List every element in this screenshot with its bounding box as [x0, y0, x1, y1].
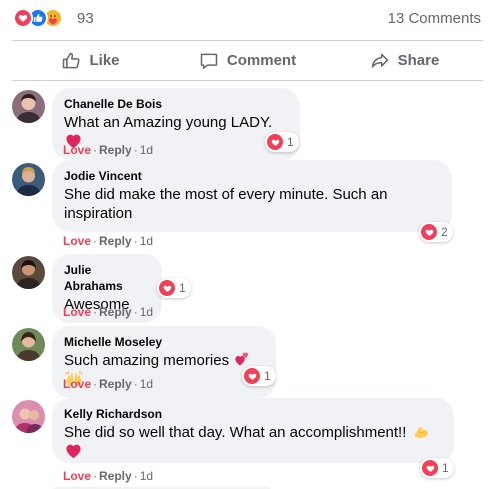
comment-item: Michelle Moseley Such amazing memories 1… [0, 326, 495, 398]
reaction-number: 1 [264, 369, 271, 383]
reply-link[interactable]: Reply [99, 469, 132, 483]
reaction-number: 1 [179, 281, 186, 295]
separator: · [133, 469, 138, 483]
comment-timestamp[interactable]: 1d [140, 469, 153, 483]
comment-actions: Love · Reply · 1d [63, 143, 153, 157]
reply-link[interactable]: Reply [99, 234, 132, 248]
comment-timestamp[interactable]: 1d [140, 234, 153, 248]
separator: · [93, 469, 98, 483]
comment-author[interactable]: Michelle Moseley [64, 334, 264, 350]
comment-bubble: Jodie Vincent She did make the most of e… [52, 160, 452, 232]
share-label: Share [397, 52, 440, 69]
love-reaction-icon [13, 8, 33, 28]
comment-reaction-count[interactable]: 1 [157, 278, 191, 298]
share-button[interactable]: Share [326, 41, 483, 80]
reaction-number: 2 [441, 225, 448, 239]
divider [12, 80, 483, 81]
love-link[interactable]: Love [63, 377, 91, 391]
share-icon [371, 53, 388, 68]
avatar[interactable] [12, 90, 45, 123]
avatar[interactable] [12, 256, 45, 289]
love-reaction-icon [421, 224, 437, 240]
love-reaction-icon [159, 280, 175, 296]
comment-item: Jodie Vincent She did make the most of e… [0, 160, 495, 252]
reply-link[interactable]: Reply [99, 305, 132, 319]
reply-link[interactable]: Reply [99, 143, 132, 157]
comment-reaction-count[interactable]: 1 [265, 132, 299, 152]
love-reaction-icon [267, 134, 283, 150]
comment-reaction-count[interactable]: 1 [242, 366, 276, 386]
like-label: Like [89, 52, 120, 69]
reply-link[interactable]: Reply [99, 377, 132, 391]
love-link[interactable]: Love [63, 143, 91, 157]
reaction-number: 1 [442, 461, 449, 475]
avatar[interactable] [12, 163, 45, 196]
separator: · [93, 234, 98, 248]
comment-author[interactable]: Kelly Richardson [64, 406, 442, 422]
separator: · [93, 305, 98, 319]
comment-timestamp[interactable]: 1d [140, 143, 153, 157]
avatar[interactable] [12, 328, 45, 361]
like-button[interactable]: Like [12, 41, 169, 80]
comment-reaction-count[interactable]: 1 [420, 458, 454, 478]
love-link[interactable]: Love [63, 469, 91, 483]
love-reaction-icon [422, 460, 438, 476]
comment-author[interactable]: Chanelle De Bois [64, 96, 288, 112]
comment-button[interactable]: Comment [169, 41, 326, 80]
comment-timestamp[interactable]: 1d [140, 377, 153, 391]
reaction-number: 1 [287, 135, 294, 149]
separator: · [133, 305, 138, 319]
separator: · [93, 143, 98, 157]
comment-actions: Love · Reply · 1d [63, 469, 153, 483]
love-link[interactable]: Love [63, 234, 91, 248]
comment-actions: Love · Reply · 1d [63, 234, 153, 248]
separator: · [133, 143, 138, 157]
love-reaction-icon [244, 368, 260, 384]
comment-author[interactable]: Julie Abrahams [64, 262, 150, 294]
comment-actions: Love · Reply · 1d [63, 305, 153, 319]
separator: · [93, 377, 98, 391]
comment-item: Kelly Richardson She did so well that da… [0, 398, 495, 488]
action-bar: Like Comment Share [12, 41, 483, 80]
comments-count-link[interactable]: 13 Comments [388, 10, 481, 27]
comment-label: Comment [226, 52, 297, 69]
comment-item: Chanelle De Bois What an Amazing young L… [0, 88, 495, 160]
reaction-icons[interactable] [13, 8, 73, 28]
comment-text: She did so well that day. What an accomp… [64, 423, 442, 461]
thumbs-up-icon [63, 52, 81, 68]
avatar[interactable] [12, 400, 45, 433]
comment-reaction-count[interactable]: 2 [419, 222, 453, 242]
comment-timestamp[interactable]: 1d [140, 305, 153, 319]
comment-text: She did make the most of every minute. S… [64, 186, 388, 222]
comment-icon [200, 53, 218, 69]
reaction-count[interactable]: 93 [77, 10, 94, 27]
reaction-summary: 93 13 Comments [0, 0, 495, 36]
comment-author[interactable]: Jodie Vincent [64, 168, 440, 184]
comment-bubble: Kelly Richardson She did so well that da… [52, 398, 454, 463]
red-heart-icon [66, 444, 81, 459]
comment-text-content: What an Amazing young LADY. [64, 114, 273, 131]
comment-text-content: Such amazing memories [64, 352, 230, 369]
comment-text-content: She did so well that day. What an accomp… [64, 424, 407, 441]
separator: · [133, 234, 138, 248]
separator: · [133, 377, 138, 391]
comment-actions: Love · Reply · 1d [63, 377, 153, 391]
love-link[interactable]: Love [63, 305, 91, 319]
comment-item: Julie Abrahams Awesome 1 Love · Reply · 1d [0, 254, 495, 324]
flexed-biceps-icon [414, 427, 428, 438]
